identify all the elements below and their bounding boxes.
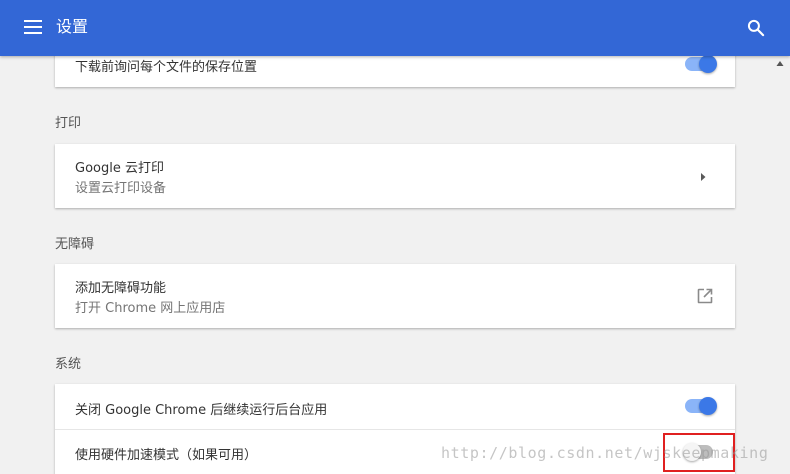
search-icon[interactable] [746,18,766,38]
app-toolbar: 设置 [0,0,790,56]
open-in-new-icon[interactable] [696,287,714,305]
section-label-print: 打印 [55,116,82,131]
google-cloud-print-row[interactable]: Google 云打印 设置云打印设备 [55,144,735,208]
scroll-up-arrow-icon[interactable] [776,60,784,68]
print-settings-card: Google 云打印 设置云打印设备 [55,144,735,208]
background-apps-row[interactable]: 关闭 Google Chrome 后继续运行后台应用 [55,384,735,429]
chevron-right-icon[interactable] [698,171,708,183]
ask-download-location-toggle[interactable] [683,54,717,74]
ask-download-location-label: 下载前询问每个文件的保存位置 [75,60,258,75]
section-label-accessibility: 无障碍 [55,237,95,252]
background-apps-label: 关闭 Google Chrome 后继续运行后台应用 [75,403,328,418]
hamburger-menu-icon[interactable] [24,20,42,34]
google-cloud-print-title: Google 云打印 [75,161,164,176]
google-cloud-print-subtitle: 设置云打印设备 [75,181,167,196]
hardware-acceleration-label: 使用硬件加速模式（如果可用） [75,448,258,463]
accessibility-settings-card: 添加无障碍功能 打开 Chrome 网上应用店 [55,264,735,328]
background-apps-toggle[interactable] [683,396,717,416]
add-accessibility-features-title: 添加无障碍功能 [75,281,167,296]
add-accessibility-features-row[interactable]: 添加无障碍功能 打开 Chrome 网上应用店 [55,264,735,328]
watermark-text: http://blog.csdn.net/wjskeepmaking [441,444,769,462]
add-accessibility-features-subtitle: 打开 Chrome 网上应用店 [75,301,226,316]
section-label-system: 系统 [55,357,82,372]
page-title: 设置 [56,17,89,36]
